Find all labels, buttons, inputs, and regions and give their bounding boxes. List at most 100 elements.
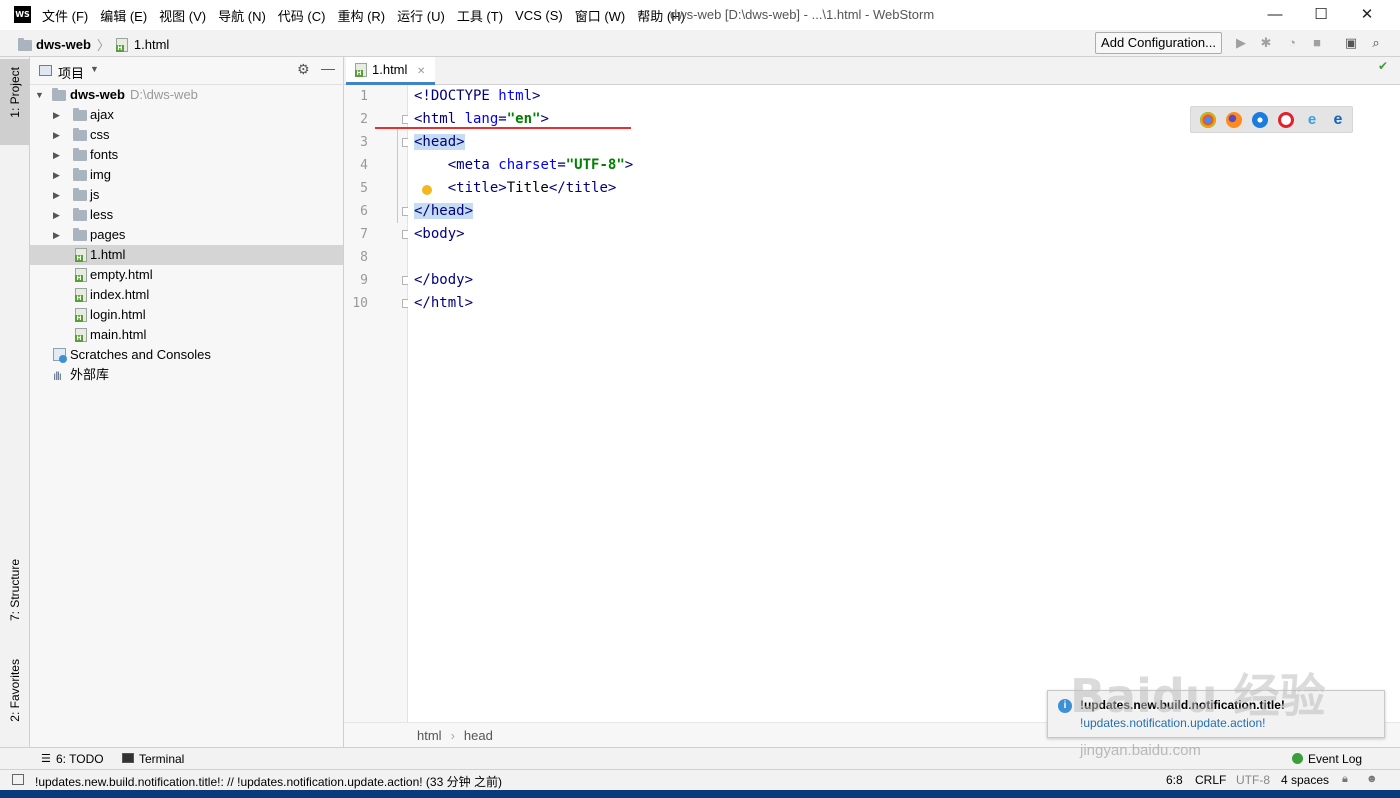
add-configuration-button[interactable]: Add Configuration... [1095, 32, 1222, 54]
project-panel-title[interactable]: 项目 [58, 63, 84, 82]
tree-folder-pages[interactable]: ▶ pages [30, 225, 343, 245]
chevron-right-icon[interactable]: ▶ [53, 145, 60, 165]
clock-icon [59, 355, 67, 363]
folder-icon [73, 228, 87, 241]
nav-file-crumb[interactable]: 1.html [134, 37, 169, 52]
tree-external-libraries[interactable]: ıllı 外部库 [30, 365, 343, 385]
project-tool-tab[interactable]: 1: Project [8, 67, 22, 118]
tree-root[interactable]: ▼ dws-web D:\dws-web [30, 85, 343, 105]
chevron-right-icon[interactable]: ▶ [53, 125, 60, 145]
tree-scratches[interactable]: Scratches and Consoles [30, 345, 343, 365]
chevron-right-icon[interactable]: ▶ [53, 205, 60, 225]
tree-file-empty-html[interactable]: empty.html [30, 265, 343, 285]
baidu-watermark-url: jingyan.baidu.com [1080, 742, 1201, 759]
line-separator[interactable]: CRLF [1195, 773, 1226, 787]
breadcrumb-html[interactable]: html [417, 728, 442, 743]
status-message[interactable]: !updates.new.build.notification.title!: … [35, 773, 502, 790]
file-label: main.html [90, 327, 147, 342]
event-log-tool-tab[interactable]: Event Log [1308, 752, 1362, 766]
menu-file[interactable]: 文件 (F) [42, 6, 88, 25]
lock-icon[interactable]: 🔒︎ [1342, 773, 1348, 786]
folder-icon [73, 208, 87, 221]
hide-panel-icon[interactable]: — [321, 60, 335, 76]
editor-tab-1-html[interactable]: 1.html ✕ [346, 57, 436, 85]
menu-tools[interactable]: 工具 (T) [457, 6, 503, 25]
breadcrumb-head[interactable]: head [464, 728, 493, 743]
minimize-button[interactable]: — [1252, 0, 1298, 30]
menu-edit[interactable]: 编辑 (E) [100, 6, 147, 25]
breadcrumb: dws-web 〉 1.html [18, 35, 169, 54]
tree-folder-fonts[interactable]: ▶ fonts [30, 145, 343, 165]
file-label: empty.html [90, 267, 153, 282]
chevron-right-icon[interactable]: ▶ [53, 185, 60, 205]
terminal-icon [122, 753, 134, 763]
chevron-down-icon[interactable]: ▼ [90, 64, 99, 74]
terminal-tool-tab[interactable]: Terminal [139, 752, 184, 766]
inspector-icon[interactable]: ☻ [1366, 773, 1378, 785]
webstorm-logo-icon: WS [14, 6, 31, 23]
tree-folder-css[interactable]: ▶ css [30, 125, 343, 145]
menu-vcs[interactable]: VCS (S) [515, 8, 563, 23]
chevron-down-icon[interactable]: ▼ [35, 85, 44, 105]
maximize-button[interactable]: ☐ [1298, 0, 1344, 30]
caret-position[interactable]: 6:8 [1166, 773, 1183, 787]
tree-folder-less[interactable]: ▶ less [30, 205, 343, 225]
favorites-tool-tab[interactable]: 2: Favorites [8, 659, 22, 722]
todo-tool-tab[interactable]: 6: TODO [56, 752, 104, 766]
tree-file-main-html[interactable]: main.html [30, 325, 343, 345]
line-number: 6 [360, 204, 368, 219]
coverage-icon[interactable]: ◔ [1284, 35, 1300, 51]
line-number: 9 [360, 273, 368, 288]
tree-file-login-html[interactable]: login.html [30, 305, 343, 325]
search-icon[interactable]: ⌕ [1368, 35, 1384, 51]
debug-icon[interactable]: ✱ [1258, 35, 1274, 51]
project-panel-header: 项目 ▼ ⚙ — [30, 57, 344, 85]
menu-code[interactable]: 代码 (C) [278, 6, 326, 25]
safari-icon[interactable] [1252, 112, 1268, 128]
edge-icon[interactable]: e [1330, 112, 1346, 128]
chrome-icon[interactable] [1200, 112, 1216, 128]
scratches-label: Scratches and Consoles [70, 347, 211, 362]
fold-guide [397, 129, 398, 223]
structure-tool-tab[interactable]: 7: Structure [8, 559, 22, 621]
tree-file-index-html[interactable]: index.html [30, 285, 343, 305]
html-file-icon [75, 288, 87, 302]
chevron-right-icon[interactable]: ▶ [53, 165, 60, 185]
menu-view[interactable]: 视图 (V) [159, 6, 206, 25]
line-number: 10 [352, 296, 368, 311]
chevron-right-icon[interactable]: ▶ [53, 225, 60, 245]
toggle-tool-windows-icon[interactable] [12, 774, 24, 785]
menu-navigate[interactable]: 导航 (N) [218, 6, 266, 25]
close-button[interactable]: ✕ [1344, 0, 1390, 30]
tree-folder-img[interactable]: ▶ img [30, 165, 343, 185]
tree-folder-js[interactable]: ▶ js [30, 185, 343, 205]
opera-icon[interactable] [1278, 112, 1294, 128]
baidu-watermark: Baidu 经验 [1070, 669, 1326, 723]
stop-icon[interactable]: ■ [1309, 35, 1325, 51]
menu-run[interactable]: 运行 (U) [397, 6, 445, 25]
close-tab-icon[interactable]: ✕ [417, 66, 425, 77]
root-folder-label: dws-web [70, 87, 125, 102]
line-number: 7 [360, 227, 368, 242]
line-number: 2 [360, 112, 368, 127]
chevron-right-icon[interactable]: ▶ [53, 105, 60, 125]
run-icon[interactable]: ▶ [1233, 35, 1249, 51]
menu-refactor[interactable]: 重构 (R) [337, 6, 385, 25]
firefox-icon[interactable] [1226, 112, 1242, 128]
project-view-icon [39, 65, 52, 76]
file-encoding[interactable]: UTF-8 [1236, 773, 1270, 787]
indent-setting[interactable]: 4 spaces [1281, 773, 1329, 787]
project-structure-icon[interactable]: ▣ [1343, 35, 1359, 51]
tree-file-1-html[interactable]: 1.html [30, 245, 343, 265]
tree-folder-ajax[interactable]: ▶ ajax [30, 105, 343, 125]
internet-explorer-icon[interactable]: e [1304, 112, 1320, 128]
folder-label: pages [90, 227, 126, 242]
browser-preview-bar: e e [1190, 106, 1353, 133]
line-number: 4 [360, 158, 368, 173]
code-editor[interactable]: <!DOCTYPE html> <html lang="en"> <head> … [375, 85, 1400, 722]
menu-window[interactable]: 窗口 (W) [575, 6, 626, 25]
code-line-1: <!DOCTYPE html> [414, 88, 541, 104]
code-line-3: <head> [414, 134, 465, 150]
nav-project-crumb[interactable]: dws-web [36, 37, 91, 52]
gear-icon[interactable]: ⚙ [297, 61, 310, 78]
